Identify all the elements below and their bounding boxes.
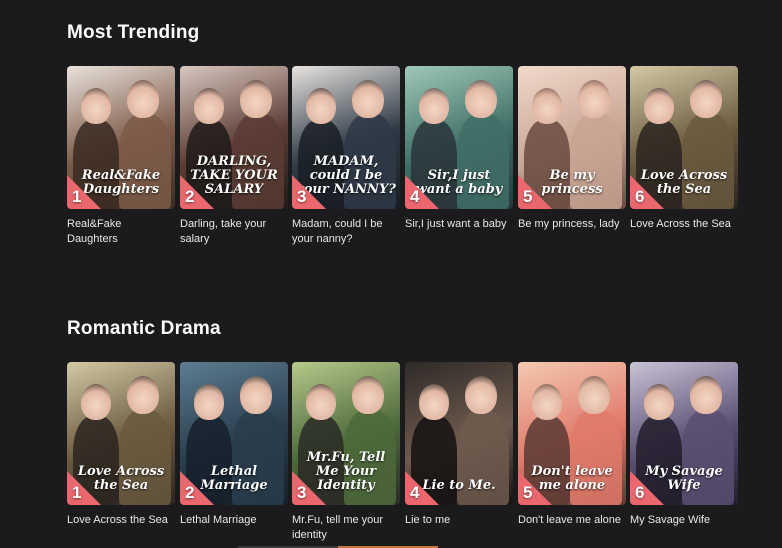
poster-face <box>532 88 562 124</box>
poster-face <box>194 88 224 124</box>
poster-image[interactable]: DARLING, TAKE YOUR SALARY 2 <box>180 66 288 209</box>
drama-card[interactable]: Lethal Marriage 2 Lethal Marriage <box>180 362 288 528</box>
drama-card[interactable]: Don't leave me alone 5 Don't leave me alon… <box>518 362 626 528</box>
poster-face <box>306 88 336 124</box>
poster-face <box>690 376 722 414</box>
poster-face <box>240 80 272 118</box>
poster-face <box>240 376 272 414</box>
poster-image[interactable]: Love Across the Sea 1 <box>67 362 175 505</box>
rank-number: 6 <box>635 483 645 502</box>
drama-title[interactable]: Real&Fake Daughters <box>67 217 175 247</box>
rank-number: 3 <box>297 483 307 502</box>
section-romantic-drama: Romantic Drama Love Across the Sea 1 Love … <box>67 316 747 548</box>
poster-face <box>352 376 384 414</box>
drama-title[interactable]: Love Across the Sea <box>67 513 175 528</box>
rank-number: 4 <box>410 187 420 206</box>
poster-image[interactable]: Sir,I just want a baby 4 <box>405 66 513 209</box>
drama-title[interactable]: Mr.Fu, tell me your identity <box>292 513 400 543</box>
poster-face <box>465 80 497 118</box>
drama-card[interactable]: My Savage Wife 6 My Savage Wife <box>630 362 738 528</box>
drama-title[interactable]: Don't leave me alone <box>518 513 626 528</box>
drama-title[interactable]: Sir,I just want a baby <box>405 217 513 232</box>
drama-card[interactable]: Love Across the Sea 6 Love Across the Sea <box>630 66 738 232</box>
drama-title[interactable]: Lethal Marriage <box>180 513 288 528</box>
section-title: Most Trending <box>67 22 200 43</box>
drama-title[interactable]: Darling, take your salary <box>180 217 288 247</box>
drama-title[interactable]: My Savage Wife <box>630 513 738 528</box>
poster-image[interactable]: Lie to Me. 4 <box>405 362 513 505</box>
rank-number: 4 <box>410 483 420 502</box>
poster-face <box>81 88 111 124</box>
drama-title[interactable]: Be my princess, lady <box>518 217 626 232</box>
poster-face <box>532 384 562 420</box>
section-most-trending: Most Trending Real&Fake Daughters 1 Real&F… <box>67 20 747 256</box>
poster-face <box>127 80 159 118</box>
drama-title[interactable]: Lie to me <box>405 513 513 528</box>
poster-face <box>127 376 159 414</box>
poster-face <box>419 88 449 124</box>
poster-image[interactable]: Lethal Marriage 2 <box>180 362 288 505</box>
drama-row: Real&Fake Daughters 1 Real&Fake Daughters D… <box>67 66 747 256</box>
poster-face <box>419 384 449 420</box>
poster-image[interactable]: My Savage Wife 6 <box>630 362 738 505</box>
poster-image[interactable]: Love Across the Sea 6 <box>630 66 738 209</box>
poster-face <box>194 384 224 420</box>
poster-face <box>690 80 722 118</box>
poster-face <box>644 384 674 420</box>
rank-number: 6 <box>635 187 645 206</box>
rank-number: 3 <box>297 187 307 206</box>
poster-face <box>81 384 111 420</box>
rank-number: 5 <box>523 483 533 502</box>
poster-image[interactable]: MADAM, could I be your NANNY? 3 <box>292 66 400 209</box>
poster-face <box>578 80 610 118</box>
poster-image[interactable]: Real&Fake Daughters 1 <box>67 66 175 209</box>
poster-face <box>644 88 674 124</box>
rank-number: 5 <box>523 187 533 206</box>
rank-number: 2 <box>185 483 195 502</box>
poster-face <box>306 384 336 420</box>
drama-title[interactable]: Love Across the Sea <box>630 217 738 232</box>
drama-row: Love Across the Sea 1 Love Across the Sea L… <box>67 362 747 548</box>
poster-face <box>578 376 610 414</box>
rank-number: 2 <box>185 187 195 206</box>
drama-title[interactable]: Madam, could I be your nanny? <box>292 217 400 247</box>
poster-image[interactable]: Be my princess 5 <box>518 66 626 209</box>
poster-image[interactable]: Don't leave me alone 5 <box>518 362 626 505</box>
drama-card[interactable]: DARLING, TAKE YOUR SALARY 2 Darling, take … <box>180 66 288 247</box>
poster-face <box>465 376 497 414</box>
drama-card[interactable]: Love Across the Sea 1 Love Across the Sea <box>67 362 175 528</box>
drama-card[interactable]: MADAM, could I be your NANNY? 3 Madam, cou… <box>292 66 400 247</box>
poster-face <box>352 80 384 118</box>
drama-card[interactable]: Lie to Me. 4 Lie to me <box>405 362 513 528</box>
drama-card[interactable]: Sir,I just want a baby 4 Sir,I just want a… <box>405 66 513 232</box>
drama-card[interactable]: Be my princess 5 Be my princess, lady <box>518 66 626 232</box>
drama-card[interactable]: Real&Fake Daughters 1 Real&Fake Daughters <box>67 66 175 247</box>
rank-number: 1 <box>72 483 82 502</box>
poster-image[interactable]: Mr.Fu, Tell Me Your Identity 3 <box>292 362 400 505</box>
drama-card[interactable]: Mr.Fu, Tell Me Your Identity 3 Mr.Fu, tell… <box>292 362 400 543</box>
section-title: Romantic Drama <box>67 318 221 339</box>
rank-number: 1 <box>72 187 82 206</box>
